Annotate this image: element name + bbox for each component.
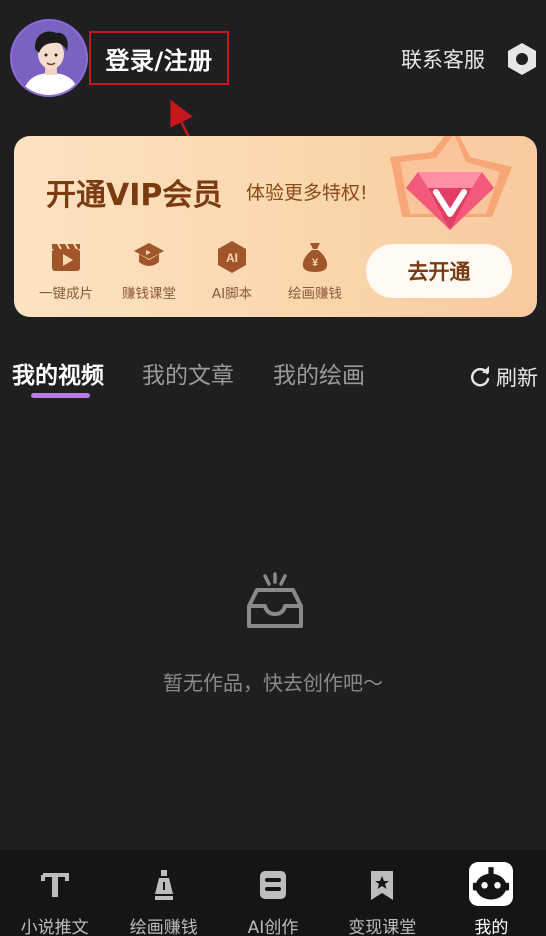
tab-my-videos[interactable]: 我的视频	[12, 356, 104, 390]
nav-label: 我的	[474, 918, 509, 936]
benefit-label: 一键成片	[39, 286, 93, 302]
nav-item-drawing-money[interactable]: 绘画赚钱	[109, 850, 218, 936]
nav-label: AI创作	[247, 918, 299, 936]
nav-label: 小说推文	[20, 918, 89, 936]
pen-nib-icon	[154, 870, 173, 900]
vip-diamond-icon	[390, 136, 512, 230]
vip-subtitle: 体验更多特权!	[246, 182, 368, 204]
nav-label: 绘画赚钱	[129, 918, 198, 936]
benefit-money-class[interactable]: 赚钱课堂	[109, 240, 189, 302]
robot-face-icon	[469, 862, 514, 906]
open-vip-button[interactable]: 去开通	[366, 244, 512, 298]
ai-create-icon	[260, 871, 286, 899]
login-register-button[interactable]: 登录/注册	[89, 31, 229, 85]
benefit-ai-script[interactable]: AI AI脚本	[192, 240, 272, 302]
login-register-label: 登录/注册	[105, 46, 213, 75]
benefit-label: 赚钱课堂	[122, 286, 176, 302]
vip-card[interactable]: 开通VIP会员 体验更多特权! 一键成片 赚钱课堂 AI AI脚本 ¥ 绘画赚钱…	[14, 136, 537, 317]
bookmark-star-icon	[371, 871, 394, 900]
nav-label: 变现课堂	[348, 918, 417, 936]
tab-my-drawings[interactable]: 我的绘画	[273, 356, 365, 390]
contact-support-link[interactable]: 联系客服	[401, 44, 485, 74]
graduation-cap-icon	[134, 243, 164, 266]
refresh-button[interactable]: 刷新	[468, 362, 538, 392]
money-bag-icon: ¥	[302, 243, 328, 272]
text-t-icon	[40, 873, 69, 897]
empty-state-message: 暂无作品，快去创作吧～	[163, 671, 383, 695]
svg-text:¥: ¥	[312, 257, 319, 269]
nav-item-ai-create[interactable]: AI创作	[218, 850, 327, 936]
benefit-label: AI脚本	[211, 286, 253, 302]
vip-title: 开通VIP会员	[46, 178, 223, 213]
nav-item-novel-tweets[interactable]: 小说推文	[0, 850, 109, 936]
benefit-drawing-money[interactable]: ¥ 绘画赚钱	[275, 240, 355, 302]
clapperboard-icon	[52, 243, 80, 271]
refresh-icon	[471, 366, 490, 387]
nav-item-mine[interactable]: 我的	[437, 850, 546, 936]
ai-hexagon-icon: AI	[218, 241, 246, 273]
nav-item-monetize-class[interactable]: 变现课堂	[328, 850, 437, 936]
benefit-label: 绘画赚钱	[288, 286, 342, 302]
active-tab-indicator	[31, 393, 90, 398]
bottom-navigation: 小说推文 绘画赚钱 AI创作 变现课堂 我的	[0, 850, 546, 936]
svg-text:AI: AI	[226, 251, 238, 265]
empty-inbox-icon	[247, 572, 303, 628]
tab-my-articles[interactable]: 我的文章	[142, 356, 234, 390]
refresh-label: 刷新	[496, 366, 538, 390]
settings-button[interactable]	[504, 41, 540, 77]
avatar[interactable]	[10, 19, 88, 97]
benefit-one-click-video[interactable]: 一键成片	[26, 240, 106, 302]
hexagon-settings-icon	[508, 43, 536, 75]
